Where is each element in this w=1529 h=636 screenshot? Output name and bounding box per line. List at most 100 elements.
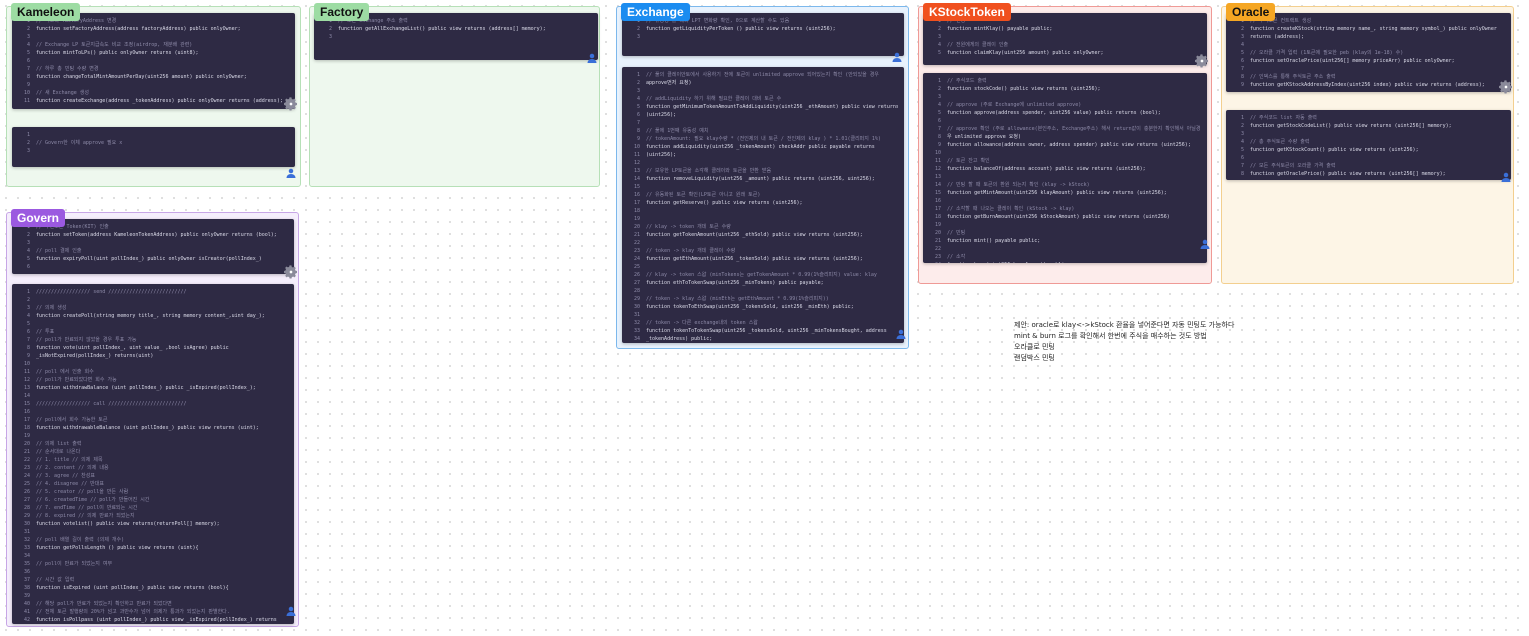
govern-panel-2[interactable]: 1 ////////////////// send ///////////////… xyxy=(12,284,294,624)
code-line: 12 xyxy=(626,159,898,167)
oracle-panel-2[interactable]: 1 // 주식코드 list 자동 출력 2 function getStockCod… xyxy=(1226,110,1511,180)
line-number: 7 xyxy=(937,126,941,132)
line-number: 12 xyxy=(934,166,941,172)
line-text: function getOraclePrice() public view re… xyxy=(1250,171,1446,177)
code-line: 2 function mintKlay() payable public; xyxy=(927,25,1201,33)
code-line: 20 // klay -> token 개데 토큰 수량 xyxy=(626,223,898,231)
line-text: // token -> klay 개데 클레이 수량 xyxy=(646,248,736,254)
gear-icon[interactable] xyxy=(283,264,299,280)
code-line: 18 function withdrawableBalance (uint pol… xyxy=(16,424,288,432)
line-number: 40 xyxy=(23,601,30,607)
line-text: function createPoll(string memory title_… xyxy=(36,313,265,319)
oracle-label[interactable]: Oracle xyxy=(1226,3,1276,21)
exchange-label[interactable]: Exchange xyxy=(621,3,690,21)
line-text: function ethToTokenSwap(uint256 _minToke… xyxy=(646,280,824,286)
user-icon[interactable] xyxy=(285,602,297,616)
code-line: 7 // 하루 총 민팅 수량 변경 xyxy=(16,65,289,73)
user-icon[interactable] xyxy=(285,164,297,178)
proposal-note[interactable]: 제안: oracle로 klay<->kStock 환율을 넣어준다면 자동 민… xyxy=(1014,320,1234,364)
line-number: 4 xyxy=(26,42,30,48)
line-number: 2 xyxy=(26,297,30,303)
line-number: 17 xyxy=(934,206,941,212)
gear-icon[interactable] xyxy=(1194,53,1210,69)
code-line: 3 xyxy=(318,33,592,41)
code-line: 10 function addLiquidity(uint256 _tokenAm… xyxy=(626,143,898,151)
line-text: // 전원에게의 클레이 인출 xyxy=(947,42,1009,48)
gear-icon[interactable] xyxy=(1498,79,1514,95)
code-line: 20 // 민팅 xyxy=(927,229,1201,237)
kstocktoken-panel-2[interactable]: 1 // 주식코드 출력 2 function stockCode() public … xyxy=(923,73,1207,263)
code-line: 6 // 투표 xyxy=(16,328,288,336)
line-number: 6 xyxy=(937,118,941,124)
oracle-panel-1[interactable]: 1// 주식토큰 컨트랙트 생성 2 function createKStock(s… xyxy=(1226,13,1511,92)
factory-label[interactable]: Factory xyxy=(314,3,370,21)
user-icon[interactable] xyxy=(891,48,903,62)
line-number: 13 xyxy=(934,174,941,180)
code-line: 21 function mint() payable public; xyxy=(927,237,1201,245)
line-number: 7 xyxy=(636,120,640,126)
code-line: 5 function getMinimumTokenAmountToAddLiqu… xyxy=(626,103,898,111)
line-number: 7 xyxy=(1240,163,1244,169)
code-line: 39 xyxy=(16,592,288,600)
user-icon[interactable] xyxy=(895,325,907,339)
govern-frame: Govern 1// 추천토큰 Token(KIT) 인출 2 function s… xyxy=(6,209,299,627)
code-line: 13 // 보유한 LP토큰을 소각해 클레이와 토큰을 반환 받음 xyxy=(626,167,898,175)
code-line: 32 // poll 배열 길이 출력 (의제 개수) xyxy=(16,536,288,544)
code-line: 6 xyxy=(16,57,289,65)
code-line: 12 // poll가 만료되었다면 회수 가능 xyxy=(16,376,288,384)
user-icon[interactable] xyxy=(586,49,598,63)
line-text: function removeLiquidity(uint256 _amount… xyxy=(646,176,875,182)
code-line: 34 _tokenAddress) public; xyxy=(626,335,898,343)
code-line: 5 xyxy=(16,320,288,328)
code-line: 8 function vote(uint pollIndex_, uint val… xyxy=(16,344,288,352)
note-line: 오라클로 민팅 xyxy=(1014,343,1055,351)
kstocktoken-label[interactable]: KStockToken xyxy=(923,3,1011,21)
code-line: 6 (uint256); xyxy=(626,111,898,119)
govern-panel-1[interactable]: 1// 추천토큰 Token(KIT) 인출 2 function setToken… xyxy=(12,219,294,274)
line-number: 1 xyxy=(26,289,30,295)
user-icon[interactable] xyxy=(1500,168,1512,182)
user-icon[interactable] xyxy=(1199,235,1211,249)
kameleon-label[interactable]: Kameleon xyxy=(11,3,81,21)
code-line: 4 // approve (주로 Exchange에 unlimited appr… xyxy=(927,101,1201,109)
code-line: 8 function changeTotalMintAmountPerDay(ui… xyxy=(16,73,289,81)
line-text: // 민팅 xyxy=(947,230,966,236)
code-line: 6 xyxy=(16,263,288,271)
line-number: 3 xyxy=(26,148,30,154)
line-number: 34 xyxy=(23,553,30,559)
code-line: 3 xyxy=(626,87,898,95)
line-text: function getMinimumTokenAmountToAddLiqui… xyxy=(646,104,898,110)
note-line: mint & burn 로그를 확인해서 한번에 주식을 매수하는 것도 방법 xyxy=(1014,332,1207,340)
line-text: function tokenToTokenSwap(uint256 _token… xyxy=(646,328,887,334)
gear-icon[interactable] xyxy=(283,96,299,112)
code-line: 4 // 총 주식토큰 수량 출력 xyxy=(1230,138,1505,146)
line-text: function getTokenAmount(uint256 _ethSold… xyxy=(646,232,863,238)
code-line: 30 function votelist() public view return… xyxy=(16,520,288,528)
code-line: 10 xyxy=(927,149,1201,157)
govern-label[interactable]: Govern xyxy=(11,209,66,227)
line-text: function createKStock(string memory name… xyxy=(1250,26,1497,32)
kameleon-panel-2[interactable]: 1 2 // Govern한 이체 approve 필요 x 3 xyxy=(12,127,295,167)
line-text: // 의제 생성 xyxy=(36,305,67,311)
line-text: function isPollpass (uint pollIndex_) pu… xyxy=(36,617,277,623)
code-line: 1 // 주식코드 출력 xyxy=(927,77,1201,85)
line-text: // 오라클 가격 입력 (1토큰에 필요한 peb (klay의 1e-18)… xyxy=(1250,50,1404,56)
exchange-panel-2[interactable]: 1 // 풀의 클레이안토에서 사용하기 전에 토큰이 unlimited app… xyxy=(622,67,904,343)
code-line: 4 // addLiquidity 하기 위해 필요한 클레이 대비 토큰 수 xyxy=(626,95,898,103)
code-line: 37 // 시간 값 입력 xyxy=(16,576,288,584)
line-number: 27 xyxy=(633,280,640,286)
code-line: 3 xyxy=(16,33,289,41)
line-text: // klay -> token 스왑 (minTokens는 getToken… xyxy=(646,272,877,278)
line-text: function claimKlay(uint256 amount) publi… xyxy=(947,50,1104,56)
code-line: 24 // 3. agree // 찬성표 xyxy=(16,472,288,480)
line-number: 11 xyxy=(23,98,30,104)
line-number: 19 xyxy=(23,433,30,439)
kameleon-panel-1[interactable]: 1// 팩토리 factoryAddress 변경 2 function setFa… xyxy=(12,13,295,109)
code-line: 17 function getReserve() public view retu… xyxy=(626,199,898,207)
code-line: 9 function allowance(address owner, addre… xyxy=(927,141,1201,149)
code-line: 2 function getAllExchangeList() public vi… xyxy=(318,25,592,33)
line-number: 2 xyxy=(26,26,30,32)
code-line: 14 xyxy=(16,392,288,400)
code-line: 3 xyxy=(1230,130,1505,138)
line-text: // 시간 값 입력 xyxy=(36,577,75,583)
